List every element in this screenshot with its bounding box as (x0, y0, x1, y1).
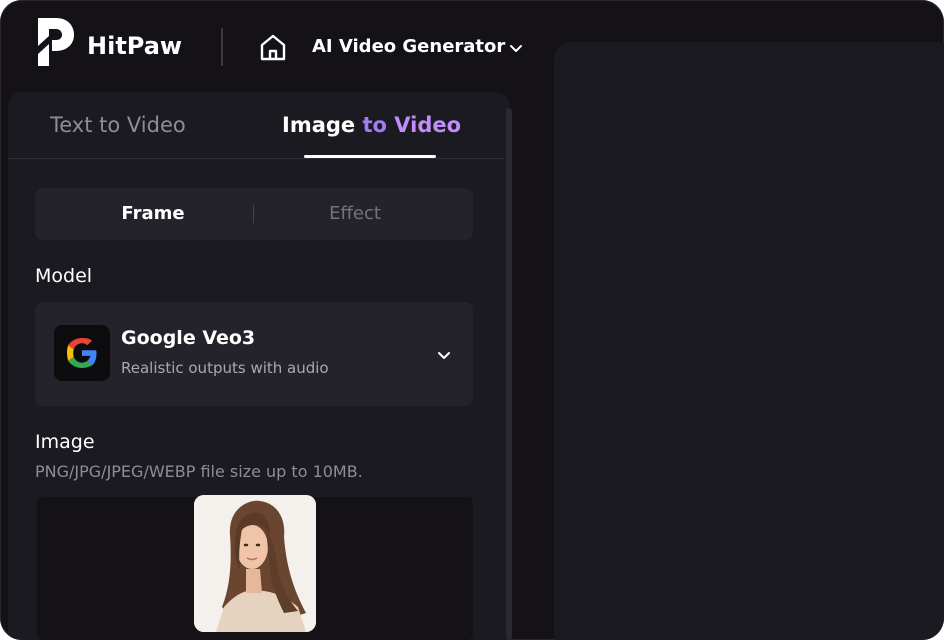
google-logo-icon (54, 325, 110, 381)
image-upload-hint: PNG/JPG/JPEG/WEBP file size up to 10MB. (35, 462, 363, 481)
app-window: HitPaw AI Video Generator Text to Video … (0, 0, 944, 640)
tab-image-to-video[interactable]: Image to Video (282, 112, 461, 138)
chevron-down-icon[interactable] (508, 40, 524, 52)
header-divider (221, 28, 223, 66)
model-name: Google Veo3 (121, 327, 256, 349)
tab-divider (8, 158, 504, 159)
hitpaw-logo-icon[interactable] (34, 16, 76, 68)
brand-name: HitPaw (87, 32, 183, 60)
model-section-label: Model (35, 265, 93, 287)
segment-frame[interactable]: Frame (35, 188, 271, 240)
preview-panel (554, 42, 944, 640)
tab-label-part-1: Image (282, 113, 356, 137)
tab-label-part-3: Video (394, 113, 462, 137)
image-section-label: Image (35, 431, 95, 453)
model-description: Realistic outputs with audio (121, 359, 329, 377)
home-icon[interactable] (258, 32, 288, 62)
uploaded-image-thumbnail[interactable] (194, 495, 316, 632)
panel-scrollbar[interactable] (506, 108, 512, 640)
segment-effect[interactable]: Effect (254, 188, 456, 240)
tab-text-to-video[interactable]: Text to Video (50, 112, 186, 138)
nav-title[interactable]: AI Video Generator (312, 36, 505, 58)
tab-label-part-2: to (362, 113, 387, 137)
chevron-down-icon[interactable] (436, 347, 452, 359)
